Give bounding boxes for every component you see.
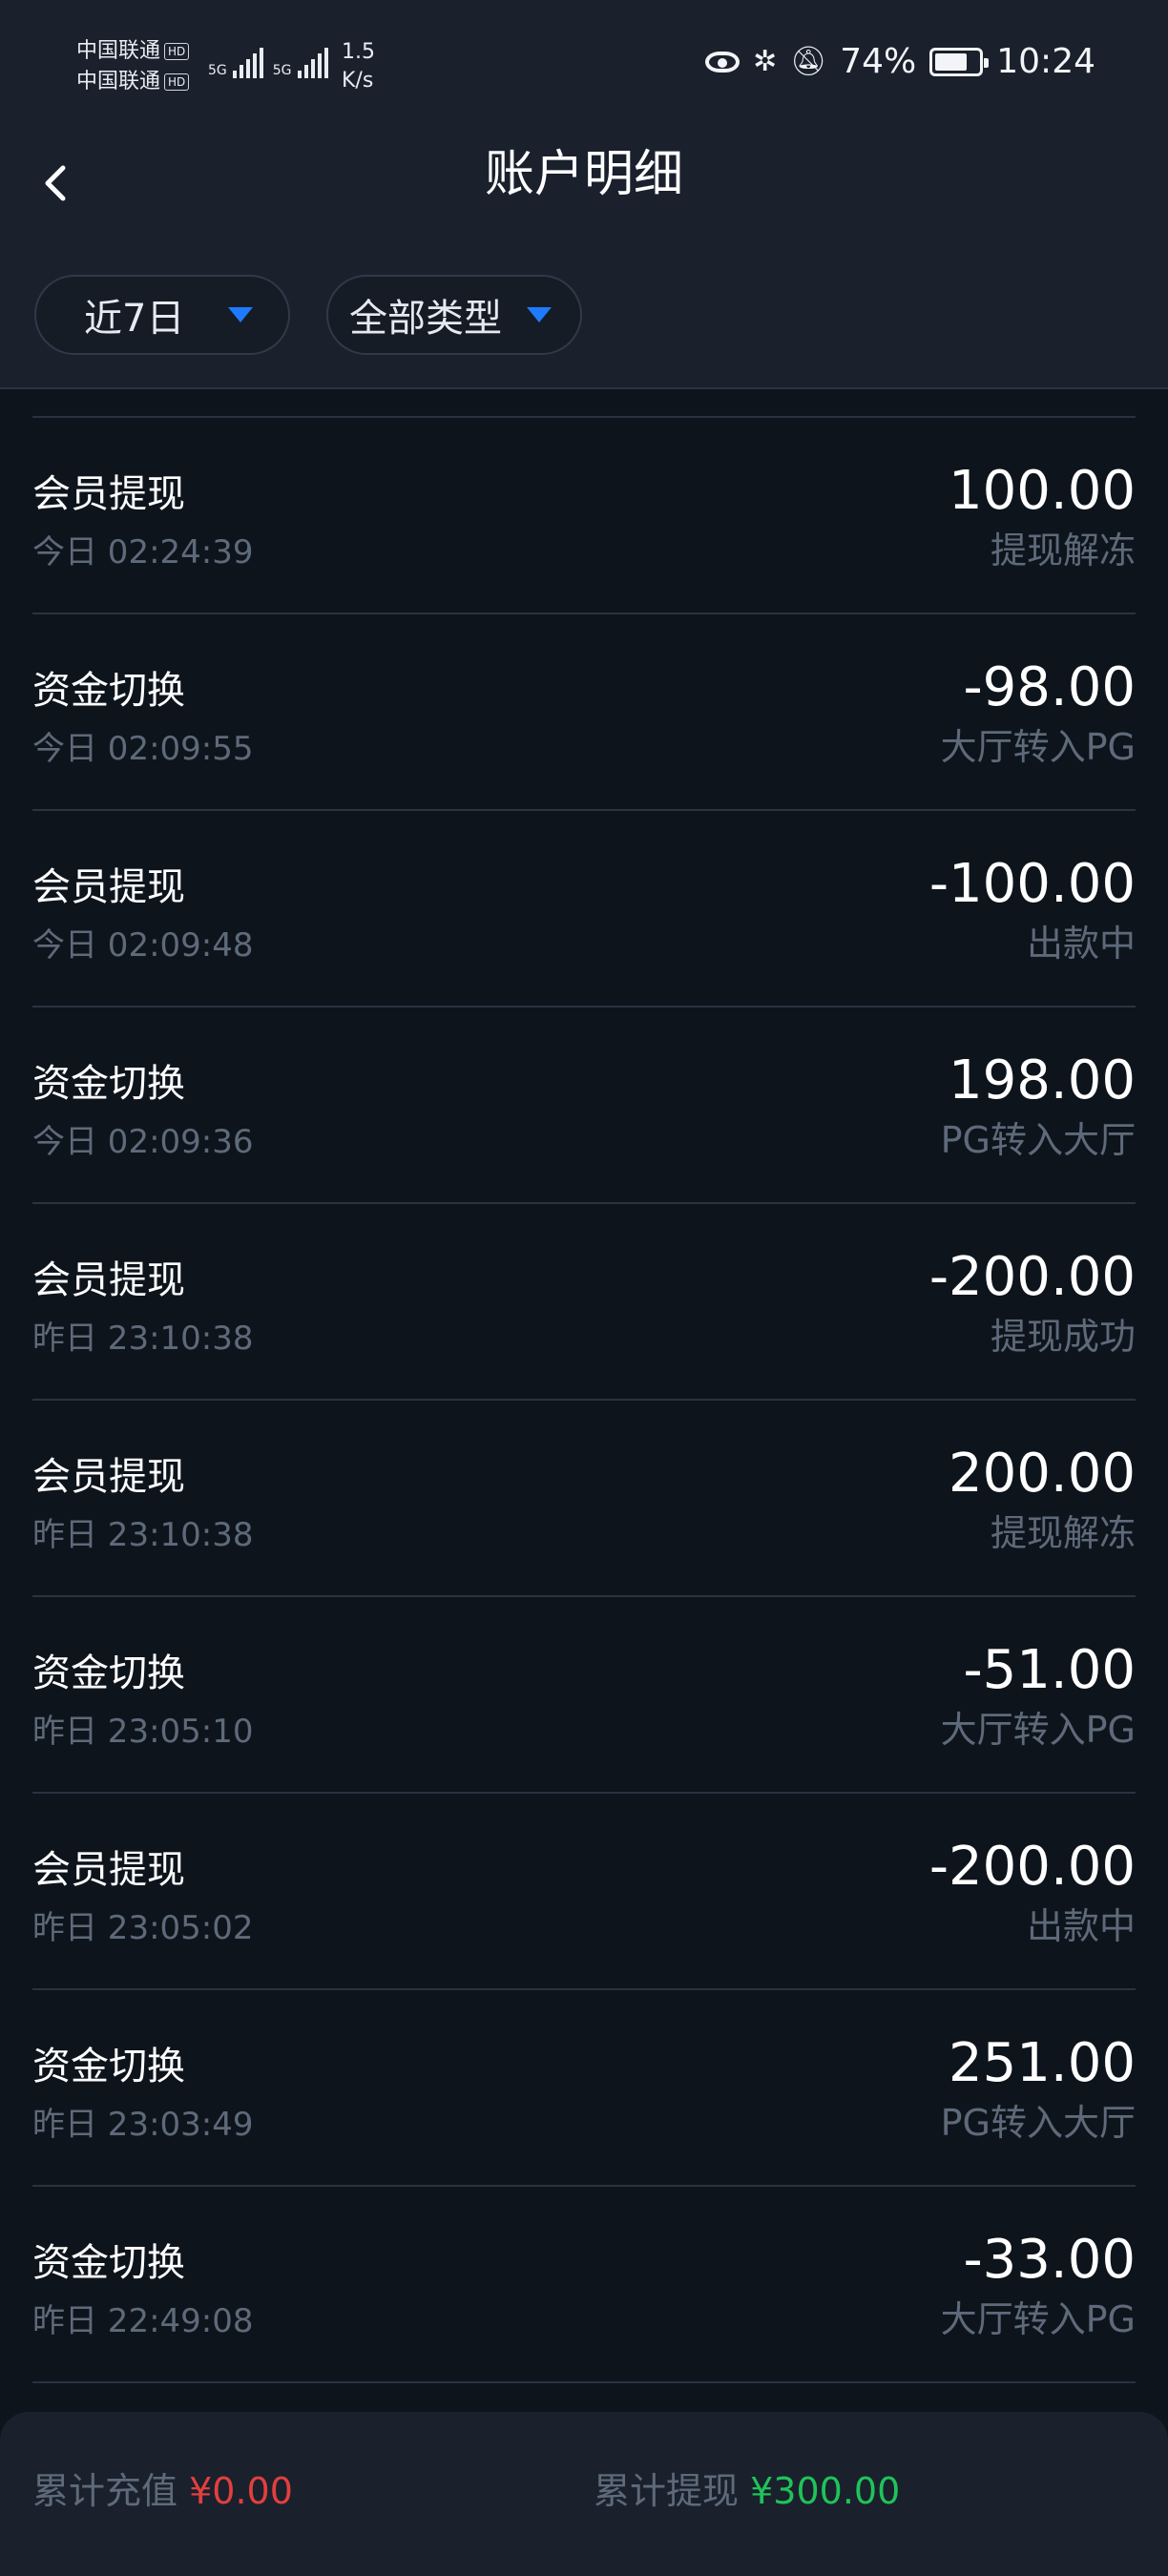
transaction-amount: -100.00 (928, 853, 1136, 915)
network-speed: 1.5 K/s (342, 38, 375, 95)
transaction-type: 资金切换 (32, 669, 185, 713)
transaction-time: 昨日 23:10:38 (32, 1319, 254, 1358)
summary-bar: 累计充值 ¥0.00 累计提现 ¥300.00 (0, 2412, 1168, 2576)
transaction-row[interactable]: 会员提现 昨日 23:10:38 200.00 提现解冻 (32, 1401, 1136, 1597)
network-type-2: 5G (272, 63, 292, 78)
total-withdraw: 累计提现 ¥300.00 (594, 2467, 900, 2515)
transaction-amount: 200.00 (949, 1443, 1136, 1505)
transaction-row[interactable]: 资金切换 昨日 23:05:10 -51.00 大厅转入PG (32, 1597, 1136, 1794)
total-recharge: 累计充值 ¥0.00 (32, 2467, 293, 2515)
period-filter-label: 近7日 (84, 297, 185, 341)
transaction-amount: -98.00 (963, 656, 1136, 718)
total-recharge-label: 累计充值 (32, 2470, 178, 2512)
clock: 10:24 (996, 42, 1095, 81)
transaction-status: 提现成功 (990, 1316, 1136, 1358)
transaction-amount: 198.00 (949, 1049, 1136, 1111)
carrier-info: 中国联通 HD 中国联通 HD (76, 36, 190, 97)
transaction-time: 昨日 23:05:02 (32, 1909, 254, 1947)
dropdown-caret-icon (527, 307, 552, 322)
battery-icon (929, 47, 990, 76)
page-title: 账户明细 (484, 146, 683, 203)
speed-value: 1.5 (342, 40, 375, 64)
transaction-time: 昨日 23:03:49 (32, 2106, 254, 2144)
transaction-status: 大厅转入PG (940, 726, 1136, 768)
transaction-type: 资金切换 (32, 1652, 185, 1695)
transaction-type: 资金切换 (32, 2045, 185, 2088)
transaction-time: 今日 02:09:55 (32, 730, 254, 768)
transaction-time: 昨日 23:05:10 (32, 1713, 254, 1751)
total-recharge-value: ¥0.00 (189, 2470, 293, 2512)
transaction-amount: -33.00 (963, 2229, 1136, 2291)
transaction-row[interactable]: 会员提现 昨日 23:05:02 -200.00 出款中 (32, 1794, 1136, 1990)
transaction-row[interactable]: 会员提现 昨日 23:10:38 -200.00 提现成功 (32, 1204, 1136, 1401)
transaction-time: 今日 02:09:48 (32, 926, 254, 965)
eye-icon (705, 51, 740, 73)
transaction-type: 会员提现 (32, 1258, 185, 1302)
total-withdraw-value: ¥300.00 (750, 2470, 901, 2512)
signal-group: 5G 5G (208, 48, 328, 78)
hd-badge-2: HD (164, 73, 190, 91)
mute-bell-icon: 🔕︎ (790, 45, 827, 78)
total-withdraw-label: 累计提现 (594, 2470, 740, 2512)
transaction-type: 会员提现 (32, 472, 185, 516)
transaction-amount: -200.00 (928, 1246, 1136, 1308)
transaction-status: 提现解冻 (990, 530, 1136, 571)
signal-icon-1: 5G (208, 48, 263, 78)
type-filter-dropdown[interactable]: 全部类型 (326, 275, 582, 355)
transaction-type: 会员提现 (32, 1848, 185, 1892)
battery-percent: 74% (840, 42, 917, 81)
transaction-row[interactable]: 资金切换 昨日 23:03:49 251.00 PG转入大厅 (32, 1990, 1136, 2187)
carrier-2: 中国联通 (76, 70, 161, 93)
transaction-row[interactable]: 资金切换 昨日 22:49:08 -33.00 大厅转入PG (32, 2187, 1136, 2383)
type-filter-label: 全部类型 (349, 297, 502, 341)
transaction-amount: -51.00 (963, 1639, 1136, 1701)
status-bar: 中国联通 HD 中国联通 HD 5G 5G 1.5 K/s ✲ 🔕︎ 74% 10:… (0, 0, 1168, 134)
filter-bar: 近7日 全部类型 (0, 239, 1168, 389)
transaction-time: 昨日 23:10:38 (32, 1516, 254, 1554)
transaction-time: 昨日 22:49:08 (32, 2302, 254, 2340)
dropdown-caret-icon (228, 307, 254, 322)
transaction-amount: 100.00 (949, 460, 1136, 522)
transaction-time: 今日 02:09:36 (32, 1123, 254, 1161)
transaction-status: PG转入大厅 (940, 2102, 1136, 2144)
transaction-row[interactable]: 资金切换 今日 02:09:36 198.00 PG转入大厅 (32, 1008, 1136, 1204)
transaction-row[interactable]: 资金切换 今日 02:09:55 -98.00 大厅转入PG (32, 614, 1136, 811)
transaction-row[interactable]: 会员提现 今日 02:09:48 -100.00 出款中 (32, 811, 1136, 1008)
speed-unit: K/s (342, 69, 374, 93)
transaction-status: 大厅转入PG (940, 1709, 1136, 1751)
transaction-status: PG转入大厅 (940, 1119, 1136, 1161)
transaction-status: 出款中 (1026, 1905, 1136, 1947)
transaction-list: 会员提现 今日 02:24:39 100.00 提现解冻 资金切换 今日 02:… (32, 416, 1136, 2383)
period-filter-dropdown[interactable]: 近7日 (34, 275, 290, 355)
transaction-type: 资金切换 (32, 2241, 185, 2285)
hd-badge-1: HD (164, 43, 190, 60)
transaction-type: 会员提现 (32, 1455, 185, 1499)
transaction-amount: 251.00 (949, 2032, 1136, 2094)
transaction-status: 出款中 (1026, 923, 1136, 965)
network-type-1: 5G (208, 63, 227, 78)
carrier-1: 中国联通 (76, 39, 161, 63)
transaction-type: 资金切换 (32, 1062, 185, 1106)
signal-icon-2: 5G (273, 48, 328, 78)
system-icons: ✲ 🔕︎ 74% 10:24 (705, 42, 1095, 81)
bluetooth-icon: ✲ (753, 45, 778, 78)
transaction-type: 会员提现 (32, 865, 185, 909)
transaction-row[interactable]: 会员提现 今日 02:24:39 100.00 提现解冻 (32, 418, 1136, 614)
transaction-amount: -200.00 (928, 1836, 1136, 1898)
transaction-time: 今日 02:24:39 (32, 533, 254, 571)
transaction-status: 提现解冻 (990, 1512, 1136, 1554)
transaction-status: 大厅转入PG (940, 2298, 1136, 2340)
